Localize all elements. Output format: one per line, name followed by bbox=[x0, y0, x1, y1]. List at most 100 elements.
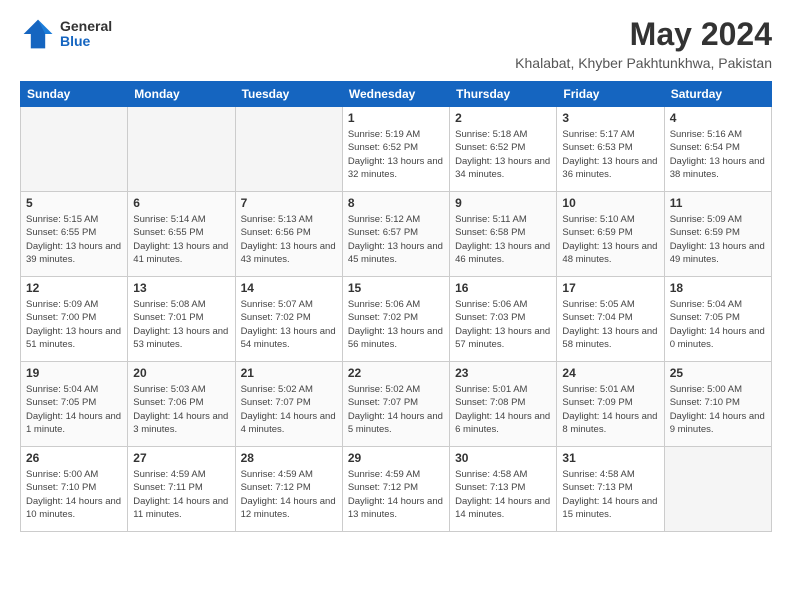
day-number: 21 bbox=[241, 366, 337, 380]
calendar-header-row: SundayMondayTuesdayWednesdayThursdayFrid… bbox=[21, 82, 772, 107]
day-info: Sunrise: 5:00 AM Sunset: 7:10 PM Dayligh… bbox=[26, 468, 122, 521]
day-number: 25 bbox=[670, 366, 766, 380]
day-number: 31 bbox=[562, 451, 658, 465]
calendar-cell: 7 Sunrise: 5:13 AM Sunset: 6:56 PM Daylig… bbox=[235, 192, 342, 277]
calendar-cell: 30 Sunrise: 4:58 AM Sunset: 7:13 PM Dayli… bbox=[450, 447, 557, 532]
calendar-header-thursday: Thursday bbox=[450, 82, 557, 107]
calendar-cell: 10Sunrise: 5:10 AM Sunset: 6:59 PM Dayli… bbox=[557, 192, 664, 277]
calendar-header-monday: Monday bbox=[128, 82, 235, 107]
calendar-cell: 6 Sunrise: 5:14 AM Sunset: 6:55 PM Daylig… bbox=[128, 192, 235, 277]
day-info: Sunrise: 5:06 AM Sunset: 7:03 PM Dayligh… bbox=[455, 298, 551, 351]
day-info: Sunrise: 4:58 AM Sunset: 7:13 PM Dayligh… bbox=[455, 468, 551, 521]
day-number: 16 bbox=[455, 281, 551, 295]
day-number: 13 bbox=[133, 281, 229, 295]
day-number: 17 bbox=[562, 281, 658, 295]
day-info: Sunrise: 5:12 AM Sunset: 6:57 PM Dayligh… bbox=[348, 213, 444, 266]
month-title: May 2024 bbox=[515, 16, 772, 53]
day-info: Sunrise: 4:59 AM Sunset: 7:12 PM Dayligh… bbox=[348, 468, 444, 521]
day-number: 8 bbox=[348, 196, 444, 210]
day-number: 11 bbox=[670, 196, 766, 210]
day-info: Sunrise: 5:19 AM Sunset: 6:52 PM Dayligh… bbox=[348, 128, 444, 181]
calendar-cell: 24Sunrise: 5:01 AM Sunset: 7:09 PM Dayli… bbox=[557, 362, 664, 447]
calendar-cell: 1Sunrise: 5:19 AM Sunset: 6:52 PM Daylig… bbox=[342, 107, 449, 192]
calendar-cell: 28 Sunrise: 4:59 AM Sunset: 7:12 PM Dayli… bbox=[235, 447, 342, 532]
day-number: 19 bbox=[26, 366, 122, 380]
logo-general-text: General bbox=[60, 19, 112, 34]
day-number: 20 bbox=[133, 366, 229, 380]
day-info: Sunrise: 5:06 AM Sunset: 7:02 PM Dayligh… bbox=[348, 298, 444, 351]
calendar-cell: 29 Sunrise: 4:59 AM Sunset: 7:12 PM Dayli… bbox=[342, 447, 449, 532]
day-info: Sunrise: 4:59 AM Sunset: 7:12 PM Dayligh… bbox=[241, 468, 337, 521]
calendar-week-row: 12 Sunrise: 5:09 AM Sunset: 7:00 PM Dayli… bbox=[21, 277, 772, 362]
logo-icon bbox=[20, 16, 56, 52]
day-number: 9 bbox=[455, 196, 551, 210]
day-info: Sunrise: 5:17 AM Sunset: 6:53 PM Dayligh… bbox=[562, 128, 658, 181]
day-info: Sunrise: 5:18 AM Sunset: 6:52 PM Dayligh… bbox=[455, 128, 551, 181]
calendar-week-row: 26 Sunrise: 5:00 AM Sunset: 7:10 PM Dayli… bbox=[21, 447, 772, 532]
calendar-cell: 27Sunrise: 4:59 AM Sunset: 7:11 PM Dayli… bbox=[128, 447, 235, 532]
day-number: 29 bbox=[348, 451, 444, 465]
calendar-cell: 3Sunrise: 5:17 AM Sunset: 6:53 PM Daylig… bbox=[557, 107, 664, 192]
calendar-cell bbox=[128, 107, 235, 192]
day-info: Sunrise: 4:59 AM Sunset: 7:11 PM Dayligh… bbox=[133, 468, 229, 521]
day-info: Sunrise: 5:07 AM Sunset: 7:02 PM Dayligh… bbox=[241, 298, 337, 351]
location: Khalabat, Khyber Pakhtunkhwa, Pakistan bbox=[515, 55, 772, 71]
day-number: 23 bbox=[455, 366, 551, 380]
calendar-cell: 2Sunrise: 5:18 AM Sunset: 6:52 PM Daylig… bbox=[450, 107, 557, 192]
day-info: Sunrise: 5:13 AM Sunset: 6:56 PM Dayligh… bbox=[241, 213, 337, 266]
calendar-cell bbox=[21, 107, 128, 192]
day-info: Sunrise: 5:02 AM Sunset: 7:07 PM Dayligh… bbox=[241, 383, 337, 436]
calendar-header-tuesday: Tuesday bbox=[235, 82, 342, 107]
day-info: Sunrise: 5:11 AM Sunset: 6:58 PM Dayligh… bbox=[455, 213, 551, 266]
day-info: Sunrise: 5:04 AM Sunset: 7:05 PM Dayligh… bbox=[26, 383, 122, 436]
calendar-cell: 20Sunrise: 5:03 AM Sunset: 7:06 PM Dayli… bbox=[128, 362, 235, 447]
calendar-cell: 25 Sunrise: 5:00 AM Sunset: 7:10 PM Dayli… bbox=[664, 362, 771, 447]
day-info: Sunrise: 5:09 AM Sunset: 7:00 PM Dayligh… bbox=[26, 298, 122, 351]
day-number: 24 bbox=[562, 366, 658, 380]
day-number: 10 bbox=[562, 196, 658, 210]
calendar-cell: 13Sunrise: 5:08 AM Sunset: 7:01 PM Dayli… bbox=[128, 277, 235, 362]
calendar-cell: 5 Sunrise: 5:15 AM Sunset: 6:55 PM Daylig… bbox=[21, 192, 128, 277]
calendar-cell: 31 Sunrise: 4:58 AM Sunset: 7:13 PM Dayli… bbox=[557, 447, 664, 532]
day-number: 26 bbox=[26, 451, 122, 465]
day-info: Sunrise: 4:58 AM Sunset: 7:13 PM Dayligh… bbox=[562, 468, 658, 521]
day-number: 4 bbox=[670, 111, 766, 125]
calendar-cell bbox=[235, 107, 342, 192]
calendar-header-friday: Friday bbox=[557, 82, 664, 107]
day-info: Sunrise: 5:16 AM Sunset: 6:54 PM Dayligh… bbox=[670, 128, 766, 181]
header: General Blue May 2024 Khalabat, Khyber P… bbox=[20, 16, 772, 71]
calendar-cell: 19 Sunrise: 5:04 AM Sunset: 7:05 PM Dayli… bbox=[21, 362, 128, 447]
calendar-header-sunday: Sunday bbox=[21, 82, 128, 107]
day-number: 6 bbox=[133, 196, 229, 210]
logo: General Blue bbox=[20, 16, 112, 52]
day-number: 12 bbox=[26, 281, 122, 295]
title-block: May 2024 Khalabat, Khyber Pakhtunkhwa, P… bbox=[515, 16, 772, 71]
day-number: 15 bbox=[348, 281, 444, 295]
calendar-cell: 22Sunrise: 5:02 AM Sunset: 7:07 PM Dayli… bbox=[342, 362, 449, 447]
calendar-cell: 4 Sunrise: 5:16 AM Sunset: 6:54 PM Daylig… bbox=[664, 107, 771, 192]
calendar-cell: 26 Sunrise: 5:00 AM Sunset: 7:10 PM Dayli… bbox=[21, 447, 128, 532]
calendar-week-row: 5 Sunrise: 5:15 AM Sunset: 6:55 PM Daylig… bbox=[21, 192, 772, 277]
calendar-cell: 11Sunrise: 5:09 AM Sunset: 6:59 PM Dayli… bbox=[664, 192, 771, 277]
day-info: Sunrise: 5:05 AM Sunset: 7:04 PM Dayligh… bbox=[562, 298, 658, 351]
calendar-header-saturday: Saturday bbox=[664, 82, 771, 107]
day-number: 30 bbox=[455, 451, 551, 465]
logo-text: General Blue bbox=[60, 19, 112, 50]
calendar-cell: 21 Sunrise: 5:02 AM Sunset: 7:07 PM Dayli… bbox=[235, 362, 342, 447]
day-number: 18 bbox=[670, 281, 766, 295]
calendar-cell: 14Sunrise: 5:07 AM Sunset: 7:02 PM Dayli… bbox=[235, 277, 342, 362]
calendar-cell: 17 Sunrise: 5:05 AM Sunset: 7:04 PM Dayli… bbox=[557, 277, 664, 362]
calendar-page: General Blue May 2024 Khalabat, Khyber P… bbox=[0, 0, 792, 612]
day-info: Sunrise: 5:02 AM Sunset: 7:07 PM Dayligh… bbox=[348, 383, 444, 436]
calendar-cell: 18Sunrise: 5:04 AM Sunset: 7:05 PM Dayli… bbox=[664, 277, 771, 362]
day-number: 28 bbox=[241, 451, 337, 465]
day-info: Sunrise: 5:14 AM Sunset: 6:55 PM Dayligh… bbox=[133, 213, 229, 266]
day-info: Sunrise: 5:15 AM Sunset: 6:55 PM Dayligh… bbox=[26, 213, 122, 266]
day-info: Sunrise: 5:01 AM Sunset: 7:08 PM Dayligh… bbox=[455, 383, 551, 436]
calendar-cell bbox=[664, 447, 771, 532]
calendar-cell: 9 Sunrise: 5:11 AM Sunset: 6:58 PM Daylig… bbox=[450, 192, 557, 277]
day-number: 5 bbox=[26, 196, 122, 210]
day-number: 7 bbox=[241, 196, 337, 210]
day-info: Sunrise: 5:00 AM Sunset: 7:10 PM Dayligh… bbox=[670, 383, 766, 436]
calendar-cell: 23 Sunrise: 5:01 AM Sunset: 7:08 PM Dayli… bbox=[450, 362, 557, 447]
